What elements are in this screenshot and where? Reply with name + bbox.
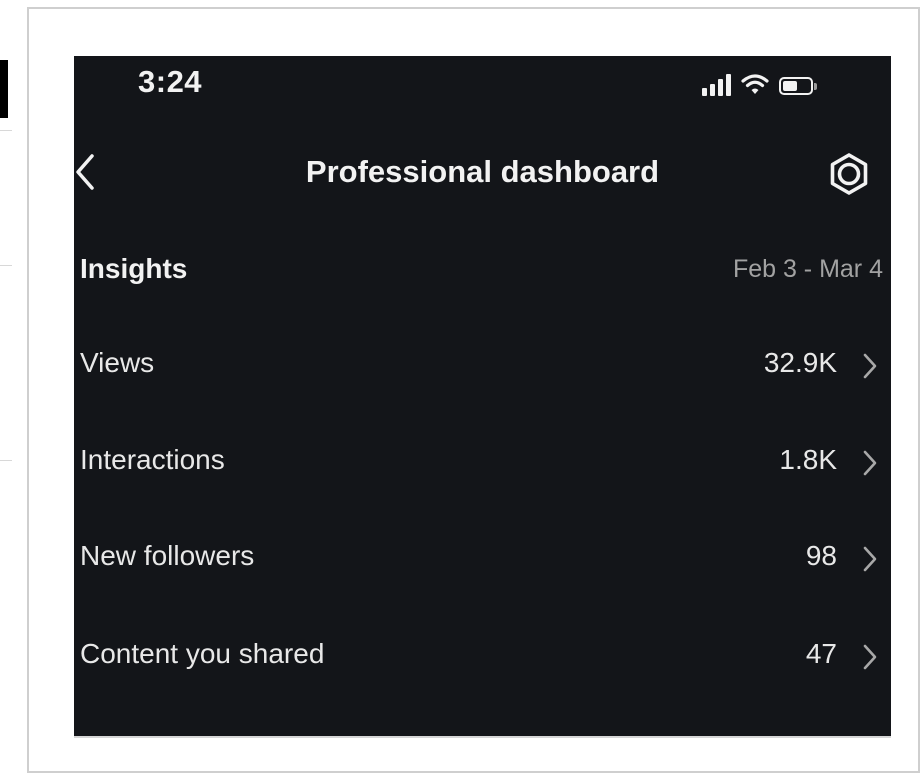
metric-value: 32.9K <box>763 347 837 378</box>
metric-value: 47 <box>805 638 837 669</box>
chevron-right-icon <box>863 546 877 572</box>
page: 3:24 Professional dashboard Insights Feb… <box>0 0 924 780</box>
battery-level <box>783 81 798 91</box>
metric-row-views[interactable]: Views 32.9K <box>74 335 891 395</box>
left-edge-divider <box>0 130 12 131</box>
metric-label: Content you shared <box>80 638 325 669</box>
page-title: Professional dashboard <box>305 154 660 189</box>
metric-row-interactions[interactable]: Interactions 1.8K <box>74 432 891 492</box>
insights-heading: Insights <box>80 253 188 284</box>
metric-label: Interactions <box>80 444 225 475</box>
status-icons <box>702 70 817 96</box>
status-time: 3:24 <box>138 64 203 99</box>
metric-label: New followers <box>80 540 255 571</box>
metric-value: 98 <box>805 540 837 571</box>
metric-value: 1.8K <box>779 444 837 475</box>
settings-gear-icon <box>830 153 868 195</box>
chevron-right-icon <box>863 644 877 670</box>
left-edge-divider <box>0 460 12 461</box>
left-edge-artifact <box>0 60 8 118</box>
signal-icon <box>702 74 731 96</box>
wifi-icon <box>741 74 769 94</box>
battery-icon <box>779 77 817 95</box>
settings-button[interactable] <box>826 151 872 197</box>
date-range[interactable]: Feb 3 - Mar 4 <box>733 255 883 284</box>
metric-label: Views <box>80 347 155 378</box>
chevron-right-icon <box>863 450 877 476</box>
left-edge-divider <box>0 265 12 266</box>
phone-screen: 3:24 Professional dashboard Insights Feb… <box>74 56 891 738</box>
metric-row-new-followers[interactable]: New followers 98 <box>74 528 891 588</box>
metric-row-content-shared[interactable]: Content you shared 47 <box>74 626 891 686</box>
chevron-right-icon <box>863 353 877 379</box>
